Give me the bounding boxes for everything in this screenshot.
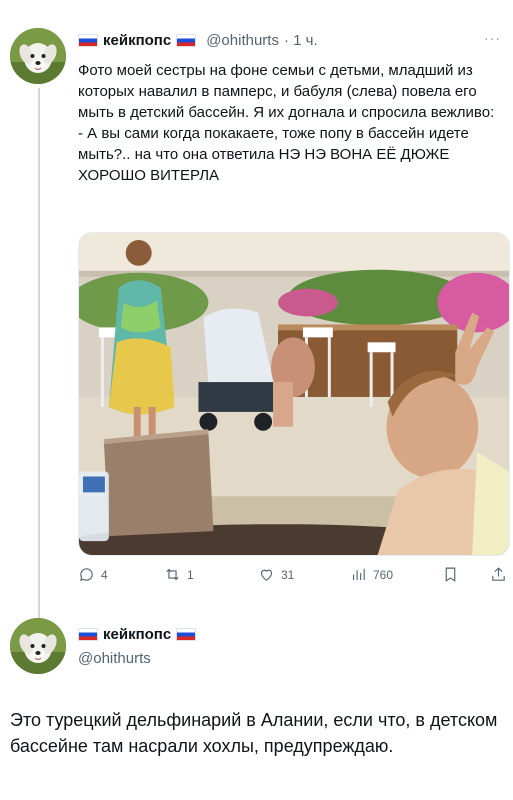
bookmark-button[interactable] (442, 566, 459, 583)
author-name[interactable]: кейкпопс (103, 626, 171, 643)
heart-icon (260, 569, 273, 581)
bookmark-icon (445, 567, 456, 582)
action-bar: 4 1 31 760 (78, 566, 510, 590)
avatar[interactable] (10, 618, 66, 674)
reply-count: 4 (101, 567, 108, 582)
russian-flag-icon (176, 34, 197, 47)
view-count: 760 (373, 567, 394, 582)
share-icon (492, 567, 505, 581)
tweet-photo[interactable] (78, 232, 510, 556)
like-button[interactable]: 31 (258, 566, 294, 583)
russian-flag-icon (78, 34, 98, 47)
tweet-header: кейкпопс @ohithurts · 1 ч. (78, 32, 318, 49)
thread-connector-line (38, 88, 40, 628)
russian-flag-icon (176, 628, 197, 641)
reply-button[interactable]: 4 (78, 566, 108, 583)
ellipsis-icon[interactable]: ··· (484, 30, 501, 46)
russian-flag-icon (78, 628, 98, 641)
avatar[interactable] (10, 28, 66, 84)
author-handle[interactable]: @ohithurts (206, 32, 279, 49)
views-chart-icon (352, 568, 365, 581)
dog-avatar-image (10, 28, 66, 84)
author-handle[interactable]: @ohithurts (78, 650, 151, 667)
repost-button[interactable]: 1 (164, 566, 194, 583)
repost-icon (166, 568, 179, 581)
reply-text: Это турецкий дельфинарий в Алании, если … (10, 710, 498, 756)
beach-cafe-photo (79, 233, 509, 555)
tweet-text: Фото моей сестры на фоне семьи с детьми,… (78, 62, 495, 184)
dog-avatar-image (10, 618, 66, 674)
like-count: 31 (281, 567, 295, 582)
timestamp[interactable]: · 1 ч. (284, 32, 318, 49)
views-button[interactable]: 760 (350, 566, 393, 583)
share-button[interactable] (490, 566, 507, 583)
reply-header: кейкпопс (78, 626, 197, 643)
repost-count: 1 (187, 567, 194, 582)
reply-icon (79, 568, 93, 581)
author-name[interactable]: кейкпопс (103, 32, 171, 49)
